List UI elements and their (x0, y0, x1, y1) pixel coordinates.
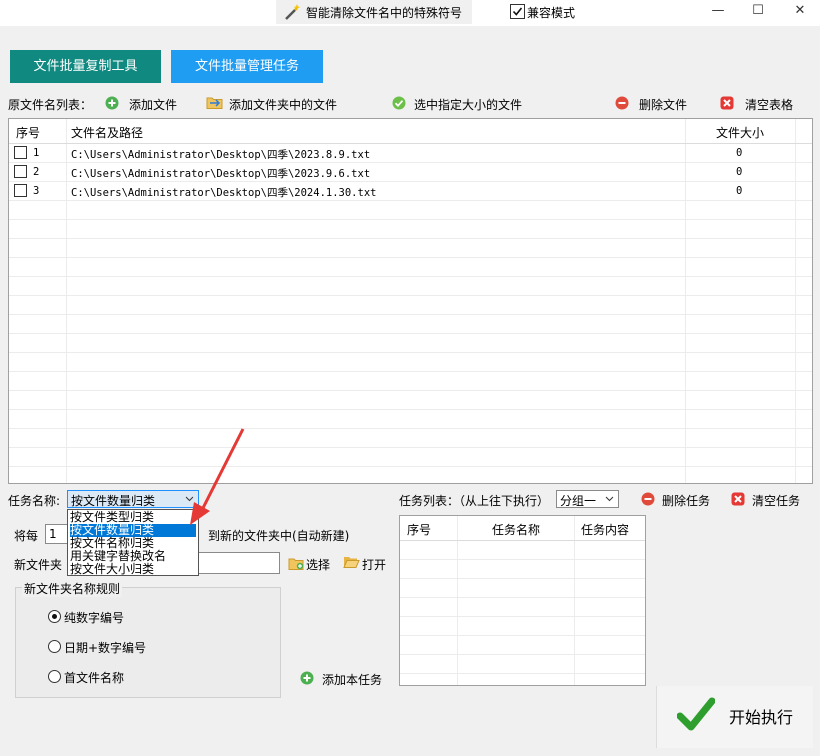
checkmark-icon (512, 7, 523, 16)
row-checkbox[interactable] (14, 165, 27, 178)
annotation-arrow-icon (190, 428, 245, 525)
choose-folder-button[interactable]: 选择 (306, 556, 330, 573)
clear-task-button[interactable]: 清空任务 (752, 492, 800, 509)
folder-open-icon (343, 557, 360, 568)
row-size: 0 (736, 166, 743, 178)
tab-file-management-task[interactable]: 文件批量管理任务 (171, 50, 323, 83)
task-list-table[interactable]: 序号 任务名称 任务内容 (399, 515, 646, 686)
delete-task-button[interactable]: 删除任务 (662, 492, 710, 509)
row-checkbox[interactable] (14, 184, 27, 197)
row-checkbox[interactable] (14, 146, 27, 159)
add-icon (300, 671, 314, 685)
task-type-selected: 按文件数量归类 (71, 494, 156, 508)
row-path: C:\Users\Administrator\Desktop\四季\2023.9… (71, 168, 371, 180)
radio-selected-dot (52, 614, 57, 619)
source-list-label: 原文件名列表： (8, 98, 93, 112)
task-column-name[interactable]: 任务名称 (492, 521, 540, 538)
new-folder-label: 新文件夹 (14, 558, 63, 572)
folder-add-icon (288, 558, 304, 570)
column-header-path[interactable]: 文件名及路径 (71, 124, 143, 141)
check-circle-icon (392, 96, 406, 110)
tab-file-copy-tool[interactable]: 文件批量复制工具 (10, 50, 161, 83)
maximize-button[interactable]: ☐ (748, 3, 768, 21)
big-checkmark-icon (677, 697, 715, 731)
file-table[interactable]: 序号 文件名及路径 文件大小 1 C:\Users\Administrator\… (8, 118, 813, 484)
column-header-size[interactable]: 文件大小 (716, 124, 764, 141)
dropdown-option[interactable]: 按文件大小归类 (70, 563, 154, 576)
chevron-down-icon (605, 496, 614, 502)
delete-file-button[interactable]: 删除文件 (639, 96, 687, 113)
delete-icon (615, 96, 629, 110)
clear-table-button[interactable]: 清空表格 (745, 96, 793, 113)
rule-label-number: 纯数字编号 (64, 611, 125, 625)
rule-radio-first-filename[interactable] (48, 670, 61, 683)
folder-name-rule-title: 新文件夹名称规则 (22, 580, 123, 597)
row-path: C:\Users\Administrator\Desktop\四季\2023.8… (71, 149, 371, 161)
task-name-label: 任务名称: (8, 494, 61, 508)
row-size: 0 (736, 147, 743, 159)
rule-radio-number[interactable] (48, 610, 61, 623)
open-folder-button[interactable]: 打开 (362, 556, 386, 573)
row-index: 1 (33, 147, 40, 159)
add-file-button[interactable]: 添加文件 (129, 96, 177, 113)
clear-icon (731, 492, 745, 506)
minimize-button[interactable]: — (708, 3, 728, 21)
close-button[interactable]: ✕ (790, 3, 810, 21)
task-list-label: 任务列表：（从上往下执行） (399, 494, 550, 508)
clear-icon (720, 96, 734, 110)
group-select[interactable]: 分组一 (556, 490, 619, 508)
every-count-value: 1 (49, 527, 57, 541)
row-path: C:\Users\Administrator\Desktop\四季\2024.1… (71, 187, 377, 199)
task-column-index[interactable]: 序号 (407, 521, 431, 538)
window-title: 智能清除文件名中的特殊符号 (306, 6, 463, 20)
row-index: 3 (33, 185, 40, 197)
select-by-size-button[interactable]: 选中指定大小的文件 (414, 96, 522, 113)
folder-add-icon (206, 97, 223, 109)
execute-button[interactable]: 开始执行 (729, 704, 793, 728)
compat-mode-checkbox[interactable] (510, 4, 525, 19)
rule-label-first-filename: 首文件名称 (64, 671, 125, 685)
rule-label-date-number: 日期+数字编号 (64, 641, 147, 655)
every-label: 将每 (14, 529, 39, 543)
column-header-index[interactable]: 序号 (16, 124, 40, 141)
magic-wand-icon (285, 4, 301, 20)
add-task-button[interactable]: 添加本任务 (322, 671, 382, 688)
row-size: 0 (736, 185, 743, 197)
compat-mode-label: 兼容模式 (527, 6, 576, 20)
task-column-content[interactable]: 任务内容 (581, 521, 629, 538)
rule-radio-date-number[interactable] (48, 640, 61, 653)
add-icon (105, 96, 119, 110)
add-folder-files-button[interactable]: 添加文件夹中的文件 (229, 96, 337, 113)
group-selected: 分组一 (560, 494, 597, 508)
delete-icon (641, 492, 655, 506)
row-index: 2 (33, 166, 40, 178)
